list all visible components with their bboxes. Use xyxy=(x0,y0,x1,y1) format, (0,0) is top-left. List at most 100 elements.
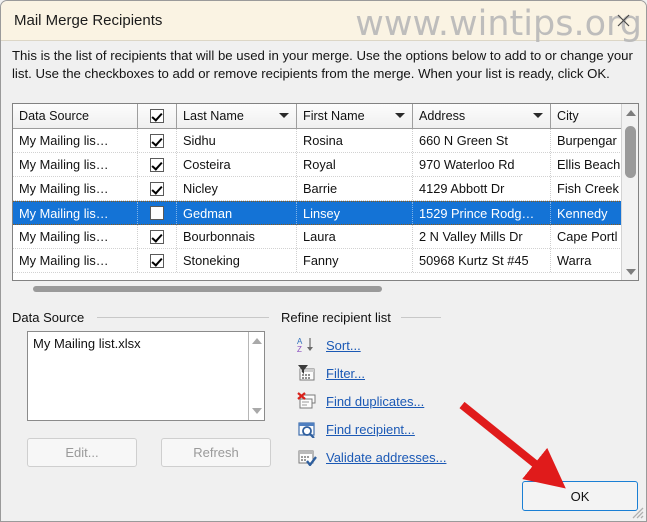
sort-az-icon: A Z xyxy=(296,335,318,355)
cell-last-name: Sidhu xyxy=(177,129,297,152)
table-row[interactable]: My Mailing lis… Nicley Barrie 4129 Abbott D… xyxy=(13,177,638,201)
grid-body[interactable]: My Mailing lis… Sidhu Rosina 660 N Green St… xyxy=(13,129,638,280)
data-source-group-label: Data Source xyxy=(12,310,91,325)
grid-header-select-all[interactable] xyxy=(138,104,177,128)
grid-header-last-name[interactable]: Last Name xyxy=(177,104,297,128)
data-source-listbox[interactable]: My Mailing list.xlsx xyxy=(27,331,265,421)
watermark: www.wintips.org xyxy=(355,4,642,44)
row-include-checkbox-cell[interactable] xyxy=(138,129,177,152)
sort-link[interactable]: Sort... xyxy=(326,338,361,353)
grid-header-address[interactable]: Address xyxy=(413,104,551,128)
cell-data-source: My Mailing lis… xyxy=(13,129,138,152)
select-all-checkbox[interactable] xyxy=(150,109,164,123)
row-include-checkbox[interactable] xyxy=(150,181,164,196)
cell-data-source: My Mailing lis… xyxy=(13,249,138,272)
scroll-up-icon[interactable] xyxy=(249,333,264,349)
scroll-up-icon[interactable] xyxy=(622,104,638,121)
find-duplicates-icon xyxy=(296,391,318,411)
ok-button[interactable]: OK xyxy=(522,481,638,511)
cell-first-name: Linsey xyxy=(297,202,413,224)
cell-address: 970 Waterloo Rd xyxy=(413,153,551,176)
grid-horizontal-scrollbar[interactable] xyxy=(12,284,639,295)
validate-addresses-link-row[interactable]: Validate addresses... xyxy=(296,446,446,468)
cell-address: 50968 Kurtz St #45 xyxy=(413,249,551,272)
svg-text:Z: Z xyxy=(297,345,302,354)
data-source-item[interactable]: My Mailing list.xlsx xyxy=(33,336,141,351)
validate-addresses-check-icon xyxy=(296,447,318,467)
find-duplicates-link[interactable]: Find duplicates... xyxy=(326,394,424,409)
data-source-vertical-scrollbar[interactable] xyxy=(248,332,264,420)
cell-address: 1529 Prince Rodg… xyxy=(413,202,551,224)
row-include-checkbox[interactable] xyxy=(150,253,164,268)
table-row[interactable]: My Mailing lis… Stoneking Fanny 50968 Kurtz… xyxy=(13,249,638,273)
cell-data-source: My Mailing lis… xyxy=(13,153,138,176)
row-include-checkbox-cell[interactable] xyxy=(138,249,177,272)
grid-vertical-scroll-thumb[interactable] xyxy=(625,126,636,178)
find-recipient-link-row[interactable]: Find recipient... xyxy=(296,418,415,440)
row-include-checkbox-cell[interactable] xyxy=(138,153,177,176)
filter-link[interactable]: Filter... xyxy=(326,366,365,381)
cell-data-source: My Mailing lis… xyxy=(13,225,138,248)
dialog-title: Mail Merge Recipients xyxy=(14,12,163,29)
mail-merge-recipients-dialog: Mail Merge Recipients www.wintips.org Th… xyxy=(0,0,647,522)
cell-last-name: Bourbonnais xyxy=(177,225,297,248)
grid-header-label: First Name xyxy=(303,109,365,123)
cell-address: 2 N Valley Mills Dr xyxy=(413,225,551,248)
table-row[interactable]: My Mailing lis… Gedman Linsey 1529 Prince R… xyxy=(13,201,638,225)
instructions-text: This is the list of recipients that will… xyxy=(12,48,633,81)
row-include-checkbox[interactable] xyxy=(150,206,164,220)
grid-header-label: City xyxy=(557,109,579,123)
cell-address: 660 N Green St xyxy=(413,129,551,152)
cell-data-source: My Mailing lis… xyxy=(13,202,138,224)
resize-grip[interactable] xyxy=(630,505,644,519)
cell-first-name: Royal xyxy=(297,153,413,176)
find-recipient-link[interactable]: Find recipient... xyxy=(326,422,415,437)
refresh-button[interactable]: Refresh xyxy=(161,438,271,467)
grid-header-data-source[interactable]: Data Source xyxy=(13,104,138,128)
title-bar: Mail Merge Recipients www.wintips.org xyxy=(1,1,646,44)
table-row-partial[interactable] xyxy=(13,273,638,280)
data-source-group-divider xyxy=(97,317,269,318)
close-x-icon xyxy=(617,14,630,27)
find-recipient-magnifier-icon xyxy=(296,419,318,439)
chevron-down-icon[interactable] xyxy=(533,113,543,118)
cell-last-name: Gedman xyxy=(177,202,297,224)
table-row[interactable]: My Mailing lis… Costeira Royal 970 Waterloo… xyxy=(13,153,638,177)
annotation-arrow xyxy=(459,401,566,489)
grid-header-first-name[interactable]: First Name xyxy=(297,104,413,128)
row-include-checkbox-cell[interactable] xyxy=(138,202,177,224)
row-include-checkbox[interactable] xyxy=(150,133,164,148)
chevron-down-icon[interactable] xyxy=(279,113,289,118)
grid-header-label: Last Name xyxy=(183,109,244,123)
row-include-checkbox-cell[interactable] xyxy=(138,177,177,200)
scroll-down-icon[interactable] xyxy=(249,403,264,419)
refine-group-divider xyxy=(401,317,441,318)
cell-first-name: Rosina xyxy=(297,129,413,152)
close-button[interactable] xyxy=(602,4,644,36)
filter-link-row[interactable]: Filter... xyxy=(296,362,365,384)
chevron-down-icon[interactable] xyxy=(395,113,405,118)
grid-header-label: Address xyxy=(419,109,466,123)
validate-addresses-link[interactable]: Validate addresses... xyxy=(326,450,446,465)
scroll-down-icon[interactable] xyxy=(622,263,638,280)
row-include-checkbox-cell[interactable] xyxy=(138,225,177,248)
cell-data-source: My Mailing lis… xyxy=(13,177,138,200)
table-row[interactable]: My Mailing lis… Sidhu Rosina 660 N Green St… xyxy=(13,129,638,153)
cell-first-name: Barrie xyxy=(297,177,413,200)
find-duplicates-link-row[interactable]: Find duplicates... xyxy=(296,390,424,412)
edit-button[interactable]: Edit... xyxy=(27,438,137,467)
recipients-grid[interactable]: Data Source Last Name First Name Address Cit… xyxy=(12,103,639,281)
cell-last-name: Stoneking xyxy=(177,249,297,272)
cell-last-name: Costeira xyxy=(177,153,297,176)
table-row[interactable]: My Mailing lis… Bourbonnais Laura 2 N Valle… xyxy=(13,225,638,249)
grid-vertical-scrollbar[interactable] xyxy=(621,104,638,280)
grid-header-row: Data Source Last Name First Name Address Cit… xyxy=(13,104,638,129)
filter-funnel-icon xyxy=(296,363,318,383)
row-include-checkbox[interactable] xyxy=(150,157,164,172)
cell-last-name: Nicley xyxy=(177,177,297,200)
grid-horizontal-scroll-thumb[interactable] xyxy=(33,286,382,292)
grid-header-label: Data Source xyxy=(19,109,90,123)
row-include-checkbox[interactable] xyxy=(150,229,164,244)
cell-first-name: Laura xyxy=(297,225,413,248)
sort-link-row[interactable]: A Z Sort... xyxy=(296,334,361,356)
